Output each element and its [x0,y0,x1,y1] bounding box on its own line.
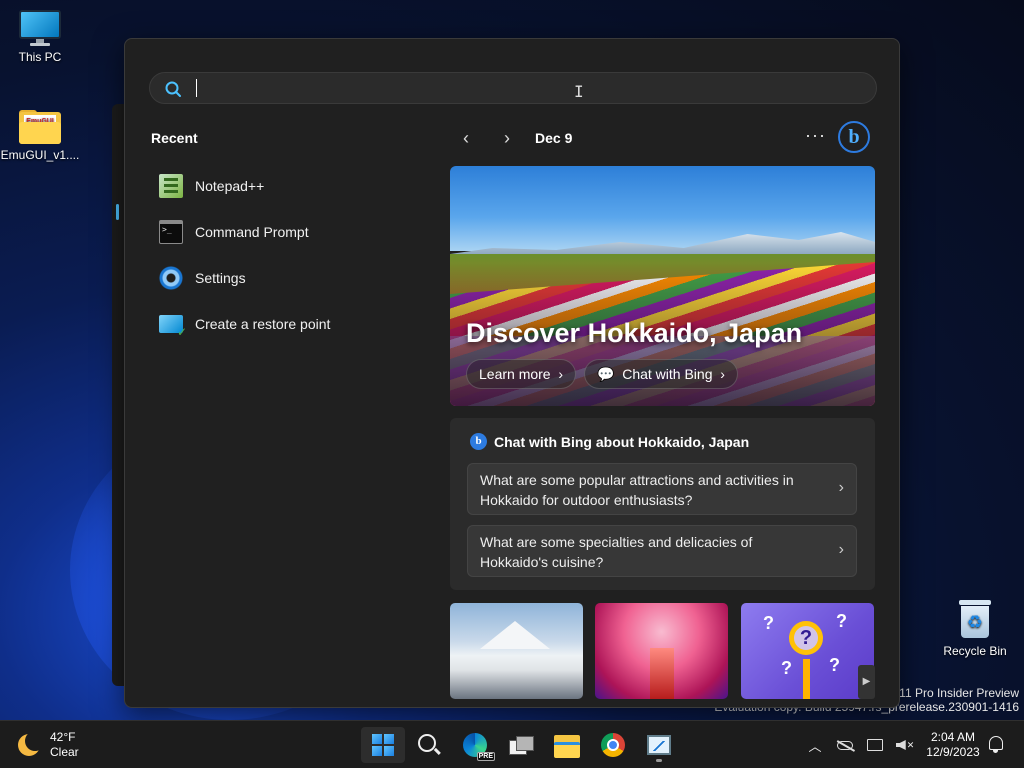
speaker-muted-icon [895,740,906,750]
search-button[interactable] [407,727,451,763]
this-pc-icon [19,10,61,46]
start-search-panel: I Recent Notepad++ Command Prompt Settin… [124,38,900,708]
weather-widget[interactable]: 42°F Clear [18,730,79,760]
ibeam-cursor-icon: I [574,82,584,101]
clock-date: 12/9/2023 [926,745,980,759]
recent-list: Notepad++ Command Prompt Settings Create… [151,163,411,347]
thumbnail-quiz[interactable]: ? ? ? ? ? [741,603,874,699]
chat-question-1[interactable]: What are some popular attractions and ac… [467,463,857,515]
recent-item-label: Settings [195,270,246,286]
recent-item-label: Notepad++ [195,178,265,194]
hero-card[interactable]: Discover Hokkaido, Japan Learn more › 💬 … [450,166,875,406]
file-explorer-icon [554,735,580,758]
chrome-button[interactable] [591,727,635,763]
chat-with-bing-button[interactable]: 💬 Chat with Bing › [584,359,738,389]
thumbnail-cherry-blossom[interactable] [595,603,728,699]
feed-date: Dec 9 [535,130,573,146]
desktop-icon-label: Recycle Bin [943,644,1007,658]
windows-logo-icon [372,734,394,756]
search-box[interactable]: I [149,72,877,104]
file-explorer-button[interactable] [545,727,589,763]
feed-nav: ‹ › Dec 9 ··· b [450,121,880,155]
learn-more-button[interactable]: Learn more › [466,359,577,389]
notepadpp-icon [159,174,183,198]
start-button[interactable] [361,727,405,763]
next-day-button[interactable]: › [496,127,518,149]
search-icon [418,734,436,752]
task-view-button[interactable] [499,727,543,763]
edge-button[interactable] [453,727,497,763]
recent-item-restore-point[interactable]: Create a restore point [151,301,411,347]
weather-condition: Clear [50,745,79,759]
folder-icon: EmuGUI [19,110,61,144]
restore-point-icon [159,315,187,339]
onedrive-button[interactable] [833,733,857,757]
clock-time: 2:04 AM [930,730,976,744]
chat-question-2[interactable]: What are some specialties and delicacies… [467,525,857,577]
network-icon [867,739,883,751]
recycle-bin-icon: ♻ [957,598,993,640]
cloud-off-icon [837,740,853,750]
edge-beta-icon [463,733,495,761]
resource-monitor-button[interactable] [637,727,681,763]
text-caret [196,79,197,97]
search-input[interactable] [194,77,854,99]
command-prompt-icon [159,220,183,244]
recent-heading: Recent [151,130,198,146]
chevron-right-icon: › [554,366,564,382]
recent-item-label: Create a restore point [195,316,331,332]
notification-bell-icon[interactable] [989,736,1003,753]
search-icon [165,81,181,97]
desktop-icon-this-pc[interactable]: This PC [0,10,80,64]
chrome-icon [601,733,625,757]
chevron-right-icon: › [716,366,725,382]
moon-icon [18,731,45,756]
bing-chat-card: b Chat with Bing about Hokkaido, Japan W… [450,418,875,590]
more-options-button[interactable]: ··· [805,125,826,146]
weather-temp: 42°F [50,730,76,744]
thumbnail-row: ? ? ? ? ? ▶ [450,603,875,703]
recent-item-label: Command Prompt [195,224,309,240]
network-button[interactable] [863,733,887,757]
recent-item-command-prompt[interactable]: Command Prompt [151,209,411,255]
chevron-right-icon: › [838,479,844,496]
bing-icon: b [470,433,487,450]
chat-card-heading: b Chat with Bing about Hokkaido, Japan [470,433,749,450]
scroll-right-button[interactable]: ▶ [858,665,875,699]
thumbnail-snowy-mountain[interactable] [450,603,583,699]
chevron-right-icon: › [838,541,844,558]
taskbar-apps [360,727,682,763]
hero-title: Discover Hokkaido, Japan [466,318,803,348]
task-view-icon [509,736,534,755]
taskbar: 42°F Clear ︿ ✕ 2:04 AM 12/9/2023 [0,720,1024,768]
bing-logo-button[interactable]: b [838,121,870,153]
prev-day-button[interactable]: ‹ [455,127,477,149]
magnifier-icon: ? [789,621,823,655]
recent-item-notepadpp[interactable]: Notepad++ [151,163,411,209]
taskbar-clock[interactable]: 2:04 AM 12/9/2023 [920,730,986,760]
desktop-icon-recycle-bin[interactable]: ♻ Recycle Bin [935,598,1015,658]
desktop-icon-emugui[interactable]: EmuGUI EmuGUI_v1.... [0,110,80,162]
show-hidden-icons-button[interactable]: ︿ [803,733,827,757]
volume-button[interactable]: ✕ [893,733,917,757]
chevron-up-icon: ︿ [808,738,822,754]
desktop-icon-label: This PC [18,50,62,64]
resource-monitor-icon [647,735,671,755]
system-tray: ︿ ✕ [800,727,920,763]
settings-gear-icon [159,266,183,290]
chat-bubble-icon: 💬 [597,366,619,382]
desktop-icon-label: EmuGUI_v1.... [0,148,80,162]
recent-item-settings[interactable]: Settings [151,255,411,301]
